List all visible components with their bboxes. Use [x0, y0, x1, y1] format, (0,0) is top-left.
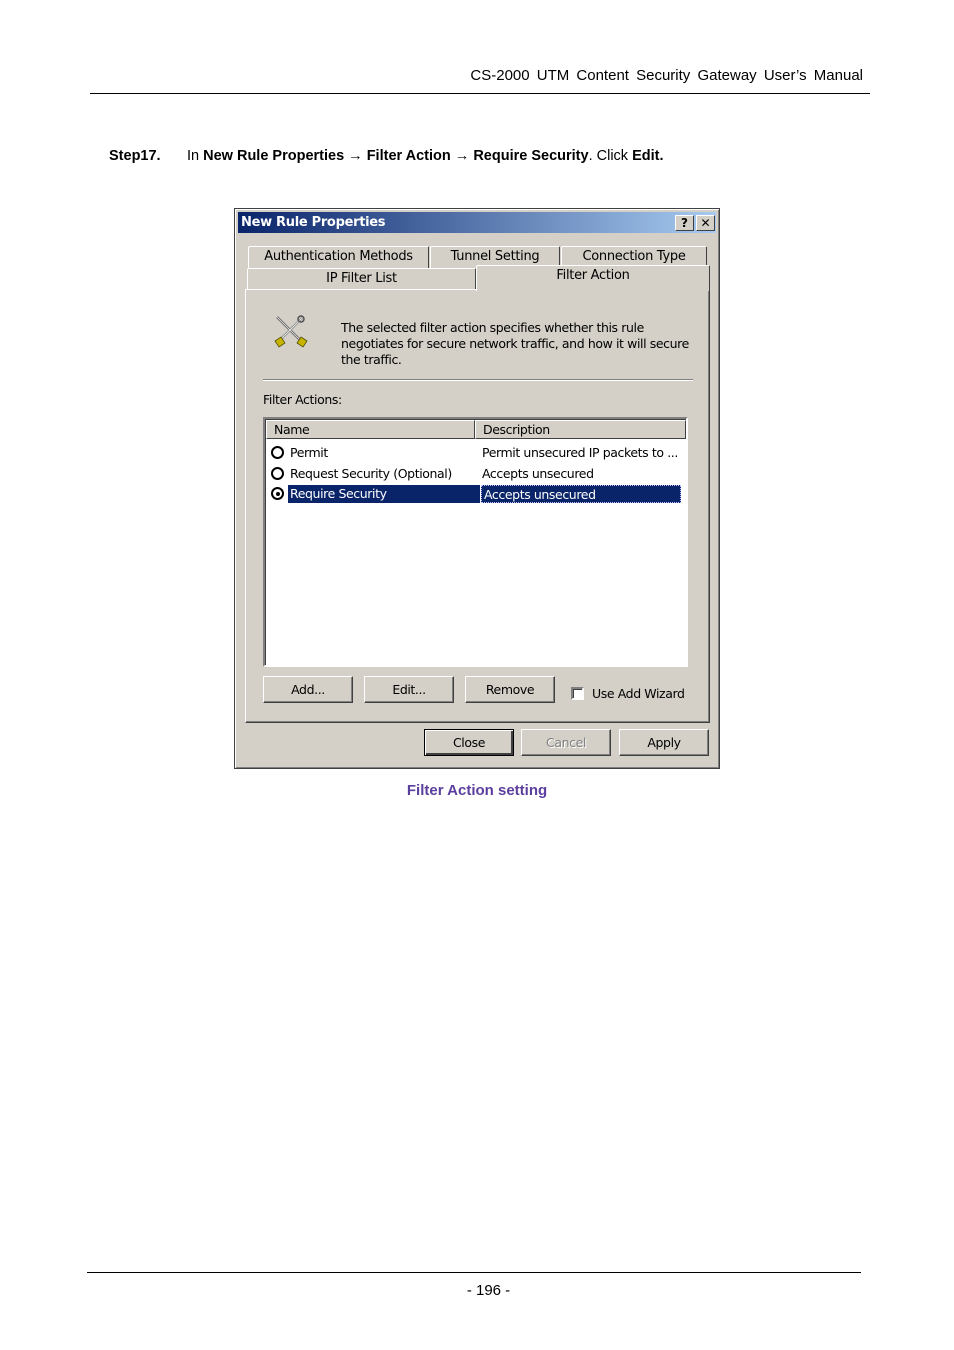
close-button[interactable]: Close — [424, 729, 514, 756]
add-button[interactable]: Add... — [263, 676, 353, 703]
list-item-description: Permit unsecured IP packets to ... — [482, 445, 678, 460]
list-item-selected[interactable]: Require Security Accepts unsecured commu… — [269, 484, 684, 519]
footer-divider — [87, 1272, 861, 1273]
list-item-name: Request Security (Optional) — [290, 466, 452, 481]
radio-icon[interactable] — [271, 467, 284, 480]
column-header-name[interactable]: Name — [266, 420, 475, 439]
help-button[interactable]: ? — [675, 215, 694, 231]
tab-ip-filter-list[interactable]: IP Filter List — [247, 268, 476, 290]
close-window-button[interactable]: ✕ — [696, 215, 715, 231]
tab-filter-action[interactable]: Filter Action — [476, 265, 710, 291]
step-in-text: In — [187, 148, 204, 164]
step-instruction: Step17. In New Rule Properties → Filter A… — [109, 148, 664, 164]
step-label: Step17. — [109, 148, 161, 164]
new-rule-properties-dialog: New Rule Properties ? ✕ Authentication M… — [234, 208, 720, 769]
arrow-icon: → — [344, 148, 367, 164]
section-separator — [263, 379, 693, 381]
apply-button[interactable]: Apply — [619, 729, 709, 756]
step-path-rule-properties: New Rule Properties — [203, 148, 345, 164]
filter-actions-list[interactable]: Name Description Permit Permit unsecured… — [263, 417, 688, 667]
radio-selected-icon[interactable] — [271, 487, 284, 500]
filter-action-description: The selected filter action specifies whe… — [341, 320, 689, 367]
use-add-wizard-label[interactable]: Use Add Wizard — [592, 686, 685, 701]
list-item[interactable]: Request Security (Optional) Accepts unse… — [269, 464, 684, 498]
header-divider — [90, 93, 870, 94]
arrow-icon: → — [450, 148, 474, 164]
step-path-filter-action: Filter Action — [366, 148, 451, 164]
list-item[interactable]: Permit Permit unsecured IP packets to ..… — [269, 443, 684, 462]
filter-actions-label: Filter Actions: — [263, 392, 342, 407]
manual-header-title: CS-2000 UTM Content Security Gateway Use… — [470, 67, 863, 84]
radio-icon[interactable] — [271, 446, 284, 459]
use-add-wizard-checkbox[interactable] — [571, 687, 584, 700]
step-click-text: . Click — [588, 148, 633, 164]
list-item-description: Accepts unsecured communicat... — [481, 485, 681, 519]
figure-caption: Filter Action setting — [406, 782, 548, 799]
edit-button[interactable]: Edit... — [364, 676, 454, 703]
step-edit-text: Edit. — [632, 148, 664, 164]
list-item-name: Permit — [290, 445, 328, 460]
dialog-title: New Rule Properties — [241, 215, 386, 230]
tab-authentication-methods[interactable]: Authentication Methods — [248, 246, 429, 268]
list-item-description: Accepts unsecured communicat... — [482, 466, 594, 498]
remove-button[interactable]: Remove — [465, 676, 555, 703]
column-header-description[interactable]: Description — [475, 420, 686, 439]
cancel-button: Cancel — [521, 729, 611, 756]
list-item-name: Require Security — [288, 485, 480, 503]
filter-tools-icon — [274, 315, 308, 348]
page-number: - 196 - — [466, 1282, 511, 1299]
step-path-require-security: Require Security — [473, 148, 589, 164]
dialog-titlebar[interactable]: New Rule Properties ? ✕ — [238, 212, 716, 233]
